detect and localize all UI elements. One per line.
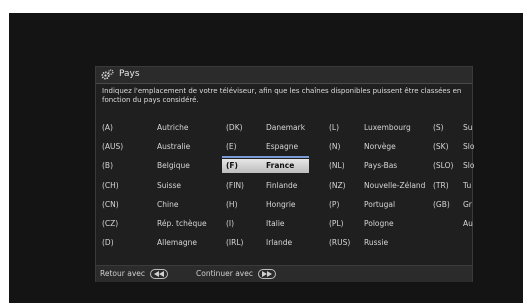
country-option[interactable]: (CZ) Rép. tchèque bbox=[102, 217, 212, 231]
country-code: (FIN) bbox=[226, 180, 244, 190]
country-name: Australie bbox=[157, 142, 191, 152]
country-option[interactable]: (NZ) Nouvelle-Zéland bbox=[329, 179, 429, 193]
country-code: (A) bbox=[102, 123, 113, 132]
country-name: Hongrie bbox=[266, 199, 296, 209]
country-name: Irlande bbox=[266, 238, 293, 248]
country-name: Belgique bbox=[157, 161, 190, 171]
country-name: Nouvelle-Zéland bbox=[364, 180, 426, 190]
country-code: (L) bbox=[329, 123, 340, 132]
country-code: (PL) bbox=[329, 219, 344, 228]
country-option[interactable]: (N) Norvège bbox=[329, 140, 429, 154]
country-code: (F) bbox=[226, 161, 238, 171]
country-code: (E) bbox=[226, 142, 237, 152]
country-code: (CZ) bbox=[102, 219, 119, 228]
country-code: (N) bbox=[329, 142, 341, 152]
country-dialog: Pays Indiquez l'emplacement de votre tél… bbox=[95, 66, 475, 282]
country-name: Slo bbox=[463, 142, 475, 152]
dialog-description: Indiquez l'emplacement de votre télévise… bbox=[102, 87, 462, 104]
country-option[interactable]: (D) Allemagne bbox=[102, 236, 212, 250]
country-code: (D) bbox=[102, 238, 114, 248]
country-option[interactable]: (H) Hongrie bbox=[226, 198, 319, 212]
country-option[interactable]: (AUS) Australie bbox=[102, 140, 212, 154]
country-name: Russie bbox=[364, 238, 389, 248]
country-option[interactable]: (S) Su bbox=[433, 121, 473, 135]
country-name: Rép. tchèque bbox=[157, 219, 207, 228]
dialog-footer: Retour avec Continuer avec bbox=[96, 265, 472, 282]
country-code: (CH) bbox=[102, 180, 119, 190]
country-code: (IRL) bbox=[226, 238, 244, 248]
country-name: Au bbox=[463, 219, 473, 228]
country-grid: (A) Autriche (AUS) Australie (B) Belgique (CH)… bbox=[96, 121, 475, 256]
country-name: Tu bbox=[463, 180, 472, 190]
country-code: (S) bbox=[433, 123, 444, 132]
country-code: (CN) bbox=[102, 199, 119, 209]
dialog-header: Pays bbox=[96, 67, 472, 84]
country-name: Suisse bbox=[157, 180, 182, 190]
country-option[interactable]: (L) Luxembourg bbox=[329, 121, 429, 135]
country-option[interactable]: (P) Portugal bbox=[329, 198, 429, 212]
country-name: Su bbox=[463, 123, 473, 132]
dialog-title: Pays bbox=[119, 69, 140, 79]
country-name: Pays-Bas bbox=[364, 161, 398, 171]
country-code: (NL) bbox=[329, 161, 345, 171]
tv-screen: Pays Indiquez l'emplacement de votre tél… bbox=[9, 13, 523, 303]
country-name: Portugal bbox=[364, 199, 396, 209]
rewind-key-icon bbox=[150, 269, 169, 279]
country-code: (AUS) bbox=[102, 142, 124, 152]
country-name: Italie bbox=[266, 219, 285, 228]
country-option[interactable]: (PL) Pologne bbox=[329, 217, 429, 231]
country-option[interactable]: (E) Espagne bbox=[226, 140, 319, 154]
country-option[interactable]: (GB) Gr bbox=[433, 198, 473, 212]
back-hint[interactable]: Retour avec bbox=[100, 269, 169, 279]
country-option[interactable]: (CH) Suisse bbox=[102, 179, 212, 193]
country-name: Espagne bbox=[266, 142, 299, 152]
continue-hint[interactable]: Continuer avec bbox=[196, 269, 277, 279]
country-code: (SLO) bbox=[433, 161, 454, 171]
country-option[interactable]: (SK) Slo bbox=[433, 140, 475, 154]
country-name: Pologne bbox=[364, 219, 394, 228]
country-name: Gr bbox=[463, 199, 472, 209]
settings-gears-icon bbox=[101, 69, 114, 80]
country-code: (H) bbox=[226, 199, 238, 209]
country-name: Slo bbox=[463, 161, 475, 171]
country-option[interactable]: (CN) Chine bbox=[102, 198, 212, 212]
country-name: Norvège bbox=[364, 142, 396, 152]
country-code: (RUS) bbox=[329, 238, 351, 248]
fast-forward-key-icon bbox=[258, 269, 277, 279]
country-option[interactable]: (NL) Pays-Bas bbox=[329, 159, 429, 173]
country-option[interactable]: (A) Autriche bbox=[102, 121, 212, 135]
country-code: (TR) bbox=[433, 180, 449, 190]
country-option[interactable]: (DK) Danemark bbox=[226, 121, 319, 135]
country-option[interactable]: (FIN) Finlande bbox=[226, 179, 319, 193]
country-code: (SK) bbox=[433, 142, 449, 152]
country-option[interactable]: (F) France bbox=[222, 156, 309, 174]
country-option[interactable]: (B) Belgique bbox=[102, 159, 212, 173]
country-option[interactable]: (TR) Tu bbox=[433, 179, 473, 193]
country-code: (I) bbox=[226, 219, 235, 228]
country-name: France bbox=[266, 161, 295, 171]
country-code: (NZ) bbox=[329, 180, 346, 190]
country-option[interactable]: Au bbox=[433, 217, 473, 231]
country-code: (B) bbox=[102, 161, 113, 171]
country-name: Allemagne bbox=[157, 238, 197, 248]
country-name: Luxembourg bbox=[364, 123, 411, 132]
country-option[interactable]: (I) Italie bbox=[226, 217, 319, 231]
country-option[interactable]: (IRL) Irlande bbox=[226, 236, 319, 250]
country-option[interactable]: (RUS) Russie bbox=[329, 236, 429, 250]
country-option[interactable]: (SLO) Slo bbox=[433, 159, 475, 173]
country-name: Chine bbox=[157, 199, 179, 209]
country-code: (P) bbox=[329, 199, 340, 209]
country-code: (GB) bbox=[433, 199, 450, 209]
country-name: Danemark bbox=[266, 123, 306, 132]
country-name: Autriche bbox=[157, 123, 189, 132]
back-label: Retour avec bbox=[100, 269, 146, 278]
country-name: Finlande bbox=[266, 180, 298, 190]
country-code: (DK) bbox=[226, 123, 243, 132]
continue-label: Continuer avec bbox=[196, 269, 253, 278]
